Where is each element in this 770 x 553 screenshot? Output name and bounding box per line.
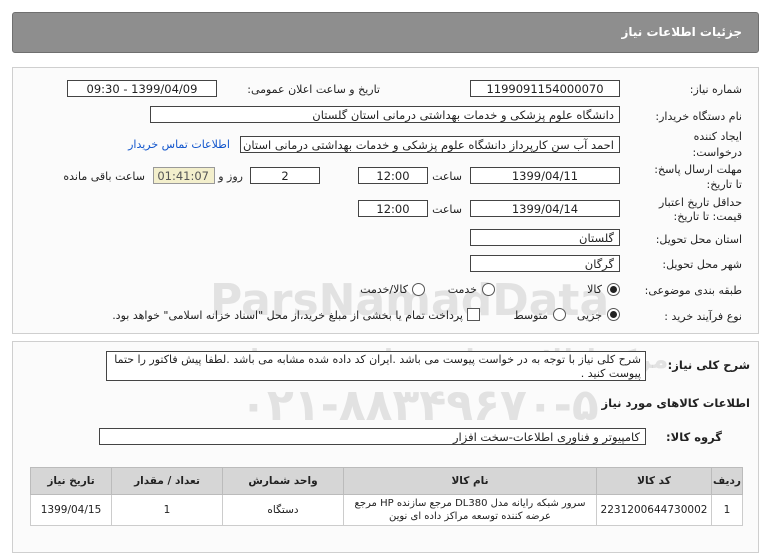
validity-time-field: 12:00 <box>358 200 428 217</box>
category-radio-goods[interactable] <box>607 283 620 296</box>
remaining-time-field: 01:41:07 <box>153 167 215 184</box>
announce-datetime-field: 1399/04/09 - 09:30 <box>67 80 217 97</box>
item-group-label: گروه کالا: <box>666 430 722 444</box>
process-option-minor: جزیی <box>576 309 602 322</box>
process-radio-minor[interactable] <box>607 308 620 321</box>
col-row: ردیف <box>711 467 743 495</box>
category-option-goods-service: کالا/خدمت <box>360 283 408 296</box>
need-number-field: 1199091154000070 <box>470 80 620 97</box>
cell-qty: 1 <box>111 494 223 526</box>
col-qty: تعداد / مقدار <box>111 467 223 495</box>
deadline-label-line1: مهلت ارسال پاسخ: <box>654 163 742 176</box>
validity-label-line1: حداقل تاریخ اعتبار <box>658 196 742 209</box>
col-date: تاریخ نیاز <box>30 467 112 495</box>
buyer-org-label: نام دستگاه خریدار: <box>655 110 742 123</box>
category-radio-goods-service[interactable] <box>412 283 425 296</box>
process-option-medium: متوسط <box>513 309 548 322</box>
cell-row: 1 <box>711 494 743 526</box>
table-row: 1 2231200644730002 سرور شبکه رایانه مدل … <box>30 494 743 526</box>
category-option-goods: کالا <box>587 283 602 296</box>
items-table: ردیف کد کالا نام کالا واحد شمارش تعداد /… <box>30 467 743 526</box>
deadline-time-label: ساعت <box>432 170 462 183</box>
creator-label-line1: ایجاد کننده <box>693 130 742 143</box>
col-unit: واحد شمارش <box>222 467 344 495</box>
cell-unit: دستگاه <box>222 494 344 526</box>
treasury-payment-checkbox[interactable] <box>467 308 480 321</box>
process-radio-medium[interactable] <box>553 308 566 321</box>
cell-code: 2231200644730002 <box>596 494 712 526</box>
page-title: جزئیات اطلاعات نیاز <box>621 25 742 39</box>
category-label: طبقه بندی موضوعی: <box>644 284 742 297</box>
city-label: شهر محل تحویل: <box>662 258 742 271</box>
description-text: شرح کلی نیاز با توجه به در خواست پیوست م… <box>106 351 646 381</box>
col-code: کد کالا <box>596 467 712 495</box>
table-header-row: ردیف کد کالا نام کالا واحد شمارش تعداد /… <box>30 467 743 495</box>
deadline-date-field: 1399/04/11 <box>470 167 620 184</box>
col-name: نام کالا <box>343 467 597 495</box>
cell-name: سرور شبکه رایانه مدل DL380 مرجع سازنده H… <box>343 494 597 526</box>
page-header: جزئیات اطلاعات نیاز <box>12 12 759 53</box>
item-group-field: کامپیوتر و فناوری اطلاعات-سخت افزار <box>99 428 646 445</box>
category-radio-service[interactable] <box>482 283 495 296</box>
deadline-time-field: 12:00 <box>358 167 428 184</box>
buyer-contact-link[interactable]: اطلاعات تماس خریدار <box>128 138 230 151</box>
remaining-time-label: ساعت باقی مانده <box>63 170 145 183</box>
creator-field: احمد آب سن کارپرداز دانشگاه علوم پزشکی و… <box>240 136 620 153</box>
city-field: گرگان <box>470 255 620 272</box>
description-label: شرح کلی نیاز: <box>667 358 750 372</box>
validity-date-field: 1399/04/14 <box>470 200 620 217</box>
validity-label-line2: قیمت: تا تاریخ: <box>673 210 742 223</box>
deadline-label-line2: تا تاریخ: <box>706 178 742 191</box>
items-section-title: اطلاعات کالاهای مورد نیاز <box>601 396 750 410</box>
remaining-days-field: 2 <box>250 167 320 184</box>
need-number-label: شماره نیاز: <box>689 83 742 96</box>
treasury-payment-note: پرداخت تمام یا بخشی از مبلغ خرید،از محل … <box>112 309 463 322</box>
buyer-org-field: دانشگاه علوم پزشکی و خدمات بهداشتی درمان… <box>150 106 620 123</box>
province-field: گلستان <box>470 229 620 246</box>
validity-time-label: ساعت <box>432 203 462 216</box>
province-label: استان محل تحویل: <box>655 233 742 246</box>
category-option-service: خدمت <box>447 283 477 296</box>
process-label: نوع فرآیند خرید : <box>664 310 742 323</box>
creator-label-line2: درخواست: <box>692 146 742 159</box>
days-label: روز و <box>218 170 243 183</box>
cell-date: 1399/04/15 <box>30 494 112 526</box>
announce-datetime-label: تاریخ و ساعت اعلان عمومی: <box>247 83 380 96</box>
